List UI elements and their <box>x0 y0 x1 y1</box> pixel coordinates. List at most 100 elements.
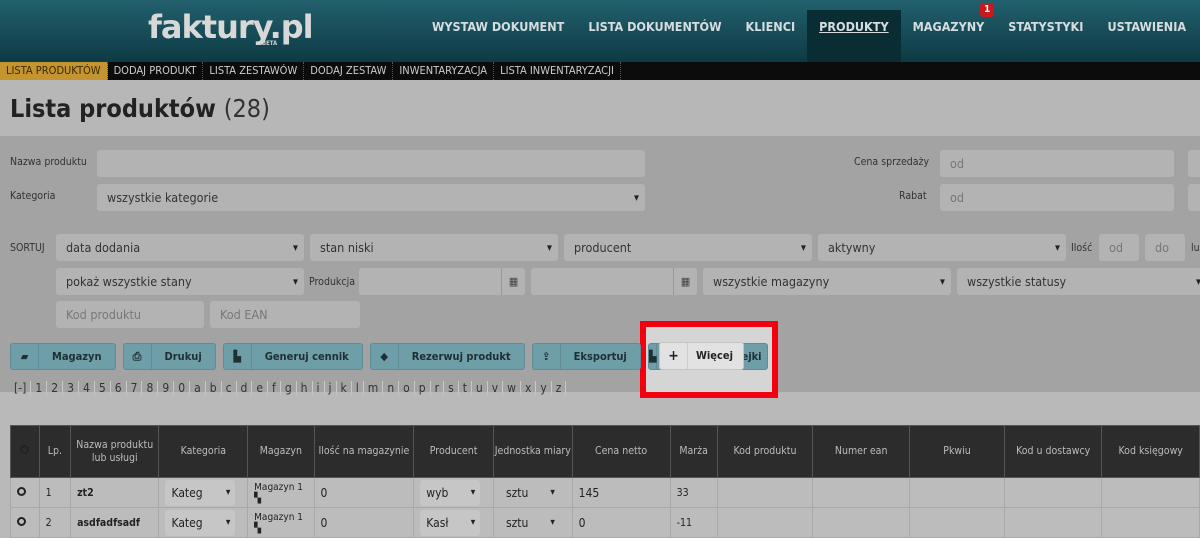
subnav-lista-produktow[interactable]: LISTA PRODUKTÓW <box>0 62 108 80</box>
letter-filter-link[interactable]: z <box>552 381 567 395</box>
nav-statystyki[interactable]: STATYSTYKI <box>996 0 1095 62</box>
letter-filter-link[interactable]: 5 <box>95 381 111 395</box>
col-warehouse[interactable]: Magazyn <box>247 425 315 478</box>
table-row[interactable]: 1 zt2 Kateg Magazyn 1▚ 0 wyb sztu 145 33 <box>10 477 1200 508</box>
col-unit[interactable]: Jednostka miary <box>492 425 573 478</box>
ean-code-input[interactable]: Kod EAN <box>210 301 360 328</box>
qty-to-input[interactable]: do <box>1145 234 1185 261</box>
letter-filter-link[interactable]: h <box>297 381 313 395</box>
production-to-input[interactable]: ▦ <box>531 268 697 295</box>
letter-filter-link[interactable]: b <box>206 381 222 395</box>
eksportuj-button[interactable]: ⇪ Eksportuj <box>531 343 641 370</box>
nav-wystaw-dokument[interactable]: WYSTAW DOKUMENT <box>420 0 576 62</box>
name-input[interactable] <box>97 150 645 177</box>
letter-filter-link[interactable]: t <box>459 381 472 395</box>
letter-filter-link[interactable]: v <box>488 381 504 395</box>
letter-filter-link[interactable]: u <box>472 381 488 395</box>
col-code[interactable]: Kod produktu <box>716 425 814 478</box>
nav-magazyny[interactable]: MAGAZYNY 1 <box>901 0 997 62</box>
rezerwuj-produkt-button[interactable]: ◆ Rezerwuj produkt <box>369 343 525 370</box>
price-from-input[interactable]: od <box>940 150 1174 177</box>
letter-filter-link[interactable]: [-] <box>10 381 32 395</box>
sort-select-3[interactable]: producent <box>564 234 812 261</box>
generuj-cennik-button[interactable]: ▙ Generuj cennik <box>222 343 363 370</box>
discount-to-input[interactable] <box>1188 184 1200 211</box>
letter-filter-link[interactable]: g <box>281 381 297 395</box>
letter-filter-link[interactable]: 1 <box>31 381 48 395</box>
col-lp[interactable]: Lp. <box>38 425 72 478</box>
letter-filter-link[interactable]: k <box>337 381 352 395</box>
unit-select[interactable]: sztu <box>500 480 560 506</box>
discount-from-input[interactable]: od <box>940 184 1174 211</box>
subnav-dodaj-produkt[interactable]: DODAJ PRODUKT <box>108 62 204 80</box>
letter-filter-link[interactable]: 7 <box>127 381 143 395</box>
qty-from-input[interactable]: od <box>1099 234 1139 261</box>
production-from-input[interactable]: ▦ <box>359 268 525 295</box>
letter-filter-link[interactable]: 6 <box>111 381 127 395</box>
unit-select[interactable]: sztu <box>500 510 560 536</box>
col-price[interactable]: Cena netto <box>571 425 671 478</box>
subnav-lista-zestawow[interactable]: LISTA ZESTAWÓW <box>203 62 305 80</box>
letter-filter-link[interactable]: f <box>268 381 281 395</box>
sort-select-2[interactable]: stan niski <box>310 234 558 261</box>
sort-select-4[interactable]: aktywny <box>818 234 1066 261</box>
producer-select[interactable]: Kasł <box>420 509 481 536</box>
letter-filter-link[interactable]: y <box>536 381 552 395</box>
letter-filter-link[interactable]: d <box>237 381 253 395</box>
letter-filter-link[interactable]: j <box>325 381 337 395</box>
col-producer[interactable]: Producent <box>413 425 494 478</box>
subnav-inwentaryzacja[interactable]: INWENTARYZACJA <box>393 62 495 80</box>
letter-filter-link[interactable]: w <box>503 381 521 395</box>
col-category[interactable]: Kategoria <box>158 425 249 478</box>
category-select[interactable]: Kateg <box>165 479 236 506</box>
producer-select[interactable]: wyb <box>420 479 481 506</box>
subnav-dodaj-zestaw[interactable]: DODAJ ZESTAW <box>304 62 394 80</box>
select-all-radio[interactable] <box>10 425 40 478</box>
letter-filter-link[interactable]: m <box>364 381 384 395</box>
letter-filter-link[interactable]: l <box>352 381 364 395</box>
letter-filter-link[interactable]: e <box>252 381 269 395</box>
letter-filter-link[interactable]: a <box>190 381 206 395</box>
letter-filter-link[interactable]: 8 <box>142 381 159 395</box>
letter-filter-link[interactable]: x <box>521 381 537 395</box>
more-button[interactable]: + Więcej <box>659 342 744 370</box>
letter-filter-link[interactable]: 4 <box>79 381 95 395</box>
col-supplier-code[interactable]: Kod u dostawcy <box>1003 425 1103 478</box>
sort-select-1[interactable]: data dodania <box>56 234 304 261</box>
row-radio[interactable] <box>10 507 40 538</box>
letter-filter-link[interactable]: 2 <box>47 381 64 395</box>
letter-filter-link[interactable]: s <box>444 381 459 395</box>
letter-filter-link[interactable]: 0 <box>174 381 191 395</box>
col-margin[interactable]: Marża <box>669 425 718 478</box>
row-radio[interactable] <box>10 477 40 508</box>
subnav-lista-inwentaryzacji[interactable]: LISTA INWENTARYZACJI <box>494 62 621 80</box>
col-name[interactable]: Nazwa produktu lub usługi <box>70 425 160 478</box>
warehouses-select[interactable]: wszystkie magazyny <box>703 268 951 295</box>
letter-filter-link[interactable]: 3 <box>63 381 79 395</box>
calendar-icon[interactable]: ▦ <box>673 268 697 295</box>
category-select[interactable]: Kateg <box>165 509 236 536</box>
col-qty[interactable]: Ilość na magazynie <box>313 425 415 478</box>
magazyn-button[interactable]: ▰ Magazyn <box>10 343 116 370</box>
product-code-input[interactable]: Kod produktu <box>56 301 204 328</box>
calendar-icon[interactable]: ▦ <box>501 268 525 295</box>
letter-filter-link[interactable]: 9 <box>158 381 175 395</box>
logo[interactable]: faktury.pl <box>148 8 314 46</box>
letter-filter-link[interactable]: i <box>313 381 325 395</box>
price-to-input[interactable] <box>1188 150 1200 177</box>
nav-produkty[interactable]: PRODUKTY <box>807 10 901 62</box>
letter-filter-link[interactable]: n <box>383 381 400 395</box>
col-pkwiu[interactable]: Pkwiu <box>909 425 1005 478</box>
statuses-select[interactable]: wszystkie statusy <box>957 268 1200 295</box>
category-select[interactable]: wszystkie kategorie <box>97 184 645 211</box>
drukuj-button[interactable]: ⎙ Drukuj <box>122 343 216 370</box>
letter-filter-link[interactable]: c <box>222 381 237 395</box>
letter-filter-link[interactable]: o <box>399 381 415 395</box>
letter-filter-link[interactable]: r <box>431 381 445 395</box>
table-row[interactable]: 2 asdfadfsadf Kateg Magazyn 1▚ 0 Kasł sz… <box>10 507 1200 538</box>
col-accounting-code[interactable]: Kod księgowy <box>1101 425 1200 478</box>
letter-filter-link[interactable]: p <box>415 381 431 395</box>
nav-lista-dokumentow[interactable]: LISTA DOKUMENTÓW <box>576 0 733 62</box>
col-ean[interactable]: Numer ean <box>812 425 911 478</box>
states-select[interactable]: pokaż wszystkie stany <box>56 268 304 295</box>
